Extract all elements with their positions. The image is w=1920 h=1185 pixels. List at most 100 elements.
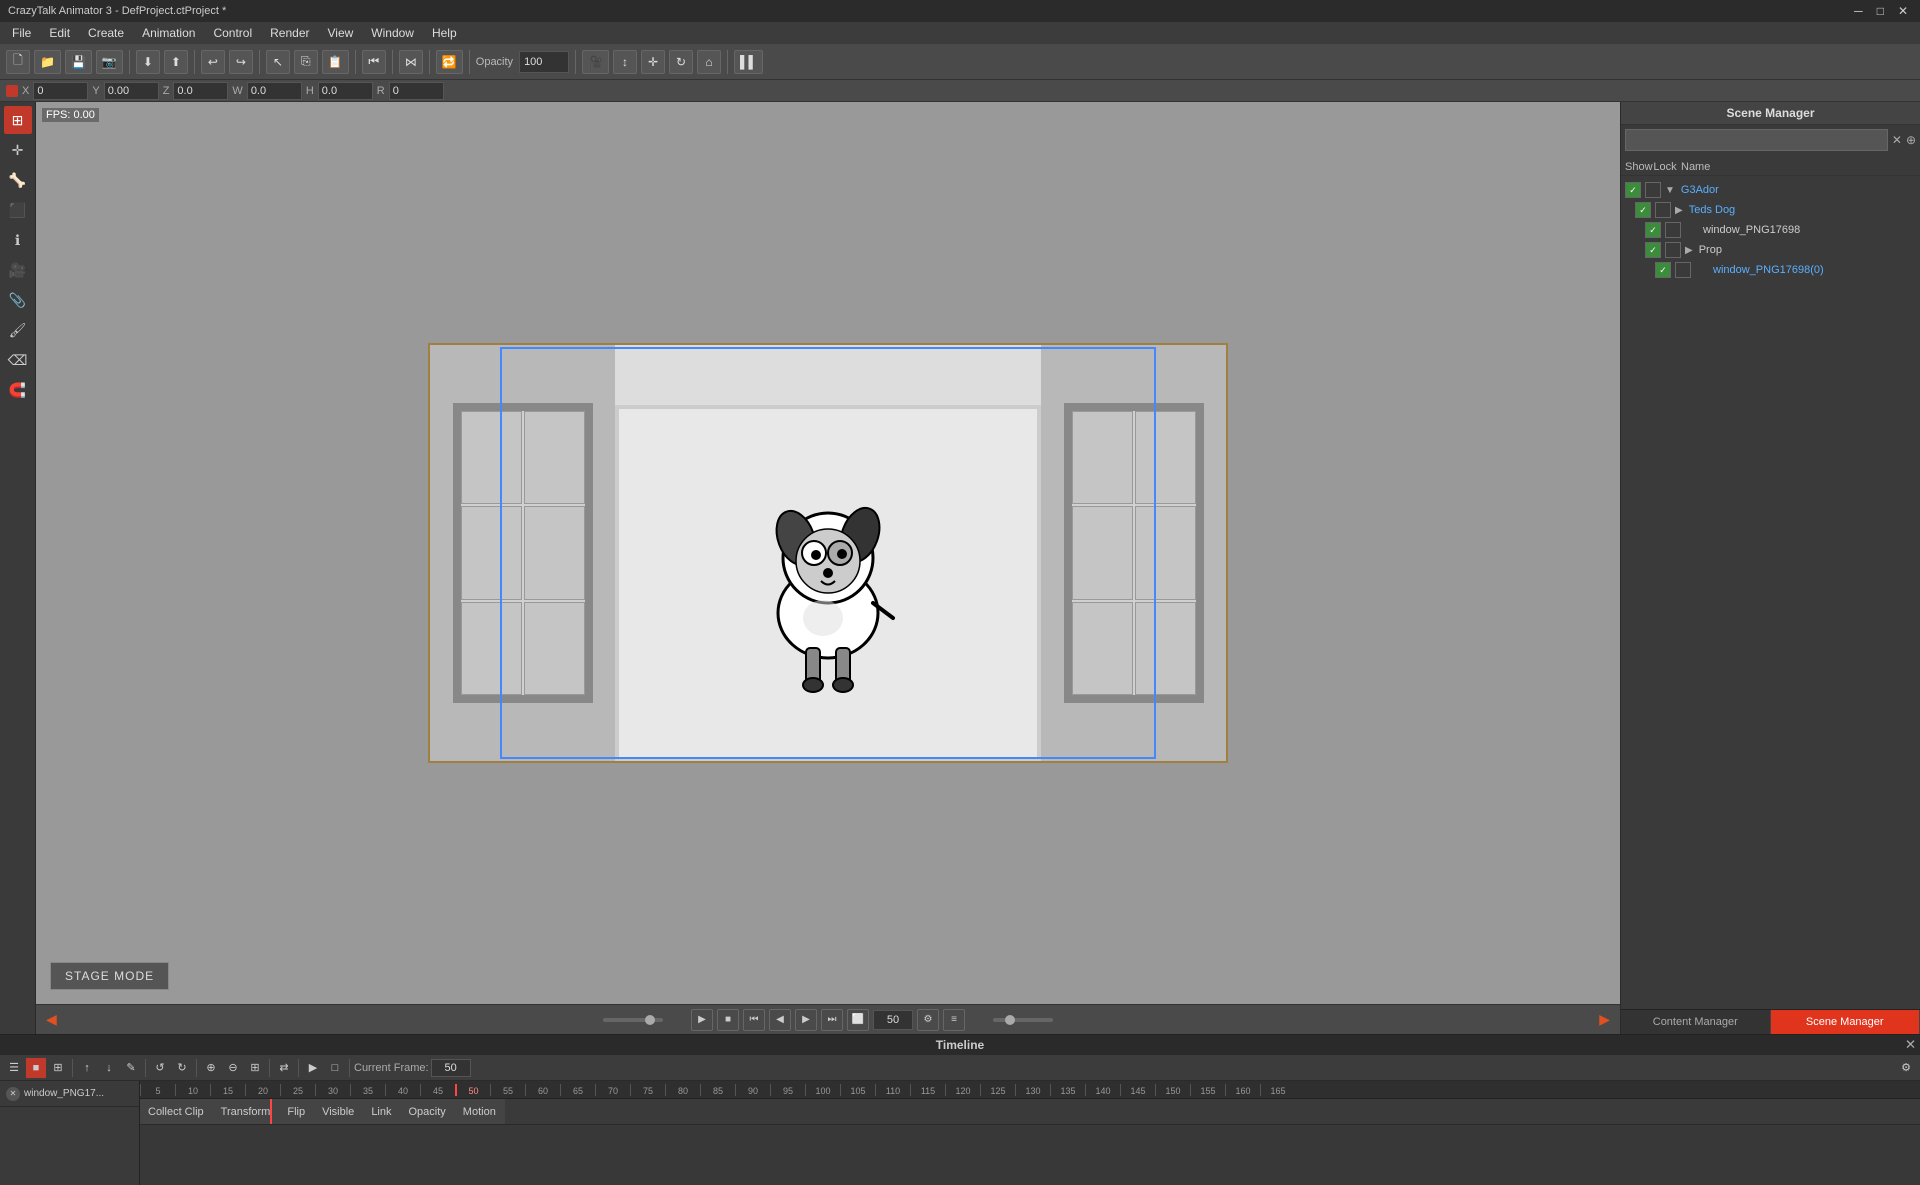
paste-button[interactable]: 📋 <box>322 50 349 74</box>
lock-check-prop[interactable] <box>1665 242 1681 258</box>
redo-button[interactable]: ↪ <box>229 50 253 74</box>
stage-mode-button[interactable]: STAGE MODE <box>50 962 169 990</box>
zoom-thumb-right[interactable] <box>1005 1015 1015 1025</box>
menu-help[interactable]: Help <box>424 24 465 42</box>
x-input[interactable] <box>33 82 88 100</box>
capture-button[interactable]: 📷 <box>96 50 123 74</box>
next-key-button[interactable]: ⏭ <box>821 1009 843 1031</box>
rotate-button[interactable]: ↻ <box>669 50 693 74</box>
left-magnet-tool[interactable]: 🧲 <box>4 376 32 404</box>
tl-swap-btn[interactable]: ⇄ <box>274 1058 294 1078</box>
search-input[interactable] <box>1625 129 1888 151</box>
record-button[interactable]: ⬜ <box>847 1009 869 1031</box>
timeline-close[interactable]: ✕ <box>1905 1037 1916 1053</box>
tl-edit-btn[interactable]: ✎ <box>121 1058 141 1078</box>
prev-frame-button[interactable]: ⏮ <box>362 50 386 74</box>
left-attach-tool[interactable]: 📎 <box>4 286 32 314</box>
left-camera-tool[interactable]: 🎥 <box>4 256 32 284</box>
show-check-prop[interactable]: ✓ <box>1645 242 1661 258</box>
copy-button[interactable]: ⎘ <box>294 50 318 74</box>
tl-redo-btn[interactable]: ↻ <box>172 1058 192 1078</box>
name-tedsdog[interactable]: Teds Dog <box>1689 204 1735 216</box>
link-clip-btn[interactable]: Link <box>363 1099 400 1124</box>
tree-row-window1[interactable]: ✓ window_PNG17698 <box>1641 220 1920 240</box>
z-input[interactable] <box>173 82 228 100</box>
stop-button[interactable]: ■ <box>717 1009 739 1031</box>
frame-input[interactable] <box>873 1010 913 1030</box>
left-select-tool[interactable]: ⊞ <box>4 106 32 134</box>
left-eraser-tool[interactable]: ⌫ <box>4 346 32 374</box>
left-paint-tool[interactable]: 🖌 <box>4 316 32 344</box>
zoom-slider-right[interactable] <box>993 1018 1053 1022</box>
tl-menu-btn[interactable]: ☰ <box>4 1058 24 1078</box>
nav-arrow-right[interactable]: ▶ <box>1599 1011 1610 1028</box>
open-button[interactable]: 📁 <box>34 50 61 74</box>
camera-button[interactable]: 🎥 <box>582 50 609 74</box>
flip-clip-btn[interactable]: Flip <box>279 1099 314 1124</box>
tl-add-btn[interactable]: ⊕ <box>201 1058 221 1078</box>
show-check-window1[interactable]: ✓ <box>1645 222 1661 238</box>
name-g3ador[interactable]: G3Ador <box>1681 184 1719 196</box>
w-input[interactable] <box>247 82 302 100</box>
play-button[interactable]: ▶ <box>691 1009 713 1031</box>
window-controls[interactable]: ─ □ ✕ <box>1850 4 1912 18</box>
lock-check-window1[interactable] <box>1665 222 1681 238</box>
loop-button[interactable]: 🔁 <box>436 50 463 74</box>
menu-edit[interactable]: Edit <box>41 24 78 42</box>
tl-stop2-btn[interactable]: □ <box>325 1058 345 1078</box>
search-clear[interactable]: ✕ <box>1892 133 1902 147</box>
left-transform-tool[interactable]: ✛ <box>4 136 32 164</box>
tab-content-manager[interactable]: Content Manager <box>1621 1010 1771 1034</box>
menu-control[interactable]: Control <box>205 24 260 42</box>
tl-expand-btn[interactable]: ⊞ <box>245 1058 265 1078</box>
tl-extra-btn[interactable]: ⚙ <box>1896 1058 1916 1078</box>
animation-button[interactable]: ▌▌ <box>734 50 763 74</box>
tl-remove-btn[interactable]: ⊖ <box>223 1058 243 1078</box>
tree-row-prop[interactable]: ✓ ▶ Prop <box>1641 240 1920 260</box>
step-forward-button[interactable]: ▶ <box>795 1009 817 1031</box>
tl-down-btn[interactable]: ↓ <box>99 1058 119 1078</box>
y-input[interactable] <box>104 82 159 100</box>
move-button[interactable]: ↕ <box>613 50 637 74</box>
lock-check-g3ador[interactable] <box>1645 182 1661 198</box>
undo-button[interactable]: ↩ <box>201 50 225 74</box>
nav-arrow-left[interactable]: ◀ <box>46 1011 57 1028</box>
collect-clip-btn[interactable]: Collect Clip <box>140 1099 213 1124</box>
name-prop[interactable]: Prop <box>1699 244 1722 256</box>
step-back-button[interactable]: ◀ <box>769 1009 791 1031</box>
opacity-clip-btn[interactable]: Opacity <box>401 1099 455 1124</box>
name-window1[interactable]: window_PNG17698 <box>1703 224 1800 236</box>
tl-play-btn[interactable]: ▶ <box>303 1058 323 1078</box>
left-bone-tool[interactable]: 🦴 <box>4 166 32 194</box>
show-check-tedsdog[interactable]: ✓ <box>1635 202 1651 218</box>
r-input[interactable] <box>389 82 444 100</box>
zoom-thumb-left[interactable] <box>645 1015 655 1025</box>
stage-canvas[interactable]: FPS: 0.00 <box>36 102 1620 1004</box>
tree-row-window2[interactable]: ✓ window_PNG17698(0) <box>1651 260 1920 280</box>
keys-button[interactable]: ≡ <box>943 1009 965 1031</box>
current-frame-input[interactable] <box>431 1059 471 1077</box>
lock-check-window2[interactable] <box>1675 262 1691 278</box>
menu-file[interactable]: File <box>4 24 39 42</box>
home-button[interactable]: ⌂ <box>697 50 721 74</box>
tl-grid-btn[interactable]: ⊞ <box>48 1058 68 1078</box>
blend-button[interactable]: ⋈ <box>399 50 423 74</box>
export-button[interactable]: ⬆ <box>164 50 188 74</box>
save-button[interactable]: 💾 <box>65 50 92 74</box>
menu-view[interactable]: View <box>319 24 361 42</box>
visible-clip-btn[interactable]: Visible <box>314 1099 363 1124</box>
tree-row-tedsdog[interactable]: ✓ ▶ Teds Dog <box>1631 200 1920 220</box>
opacity-input[interactable] <box>519 51 569 73</box>
tl-undo-btn[interactable]: ↺ <box>150 1058 170 1078</box>
settings-button[interactable]: ⚙ <box>917 1009 939 1031</box>
prev-key-button[interactable]: ⏮ <box>743 1009 765 1031</box>
h-input[interactable] <box>318 82 373 100</box>
tl-record-btn[interactable]: ■ <box>26 1058 46 1078</box>
select-button[interactable]: ↖ <box>266 50 290 74</box>
new-button[interactable]: 🗋 <box>6 50 30 74</box>
menu-window[interactable]: Window <box>363 24 422 42</box>
close-button[interactable]: ✕ <box>1894 4 1912 18</box>
tl-up-btn[interactable]: ↑ <box>77 1058 97 1078</box>
import-button[interactable]: ⬇ <box>136 50 160 74</box>
left-prop-tool[interactable]: ⬛ <box>4 196 32 224</box>
